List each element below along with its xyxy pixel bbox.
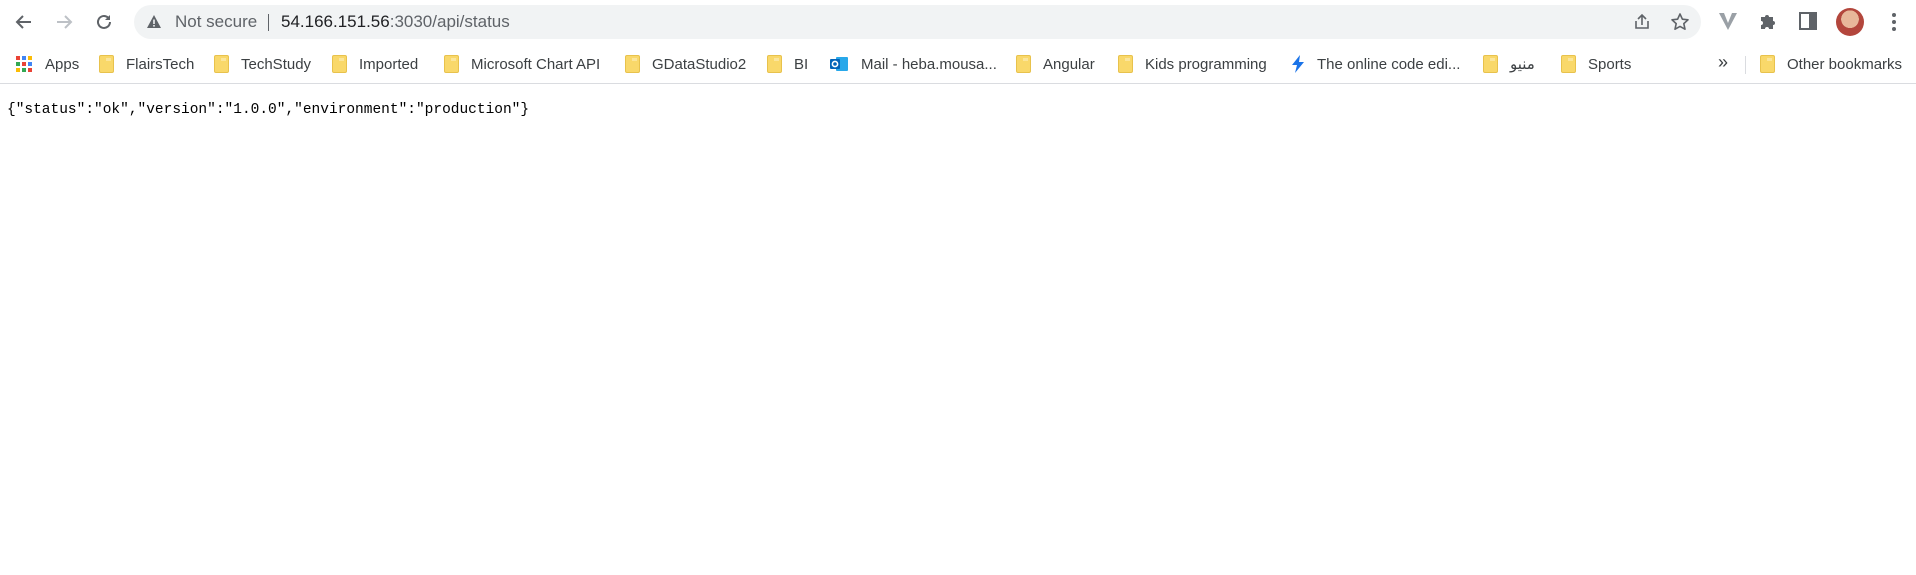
bookmark-menu-arabic[interactable]: منيو bbox=[1483, 50, 1535, 78]
other-bookmarks[interactable]: Other bookmarks bbox=[1760, 50, 1902, 78]
folder-icon bbox=[332, 55, 347, 73]
bookmark-label: Apps bbox=[45, 55, 80, 73]
bookmark-label: Imported bbox=[359, 55, 419, 73]
side-panel-icon[interactable] bbox=[1797, 10, 1819, 32]
bookmark-apps[interactable]: Apps bbox=[15, 50, 79, 78]
bookmark-label: TechStudy bbox=[241, 55, 312, 73]
folder-icon bbox=[625, 55, 640, 73]
bolt-icon bbox=[1291, 55, 1305, 73]
reload-icon bbox=[97, 14, 111, 29]
apps-grid-icon bbox=[15, 55, 33, 73]
bookmark-techstudy[interactable]: TechStudy bbox=[214, 50, 311, 78]
bookmark-label: FlairsTech bbox=[126, 55, 195, 73]
bookmark-label: Sports bbox=[1588, 55, 1632, 73]
bookmark-sports[interactable]: Sports bbox=[1561, 50, 1631, 78]
folder-icon bbox=[1561, 55, 1576, 73]
profile-avatar[interactable] bbox=[1836, 8, 1864, 36]
url-host: 54.166.151.56 bbox=[281, 12, 390, 31]
bookmark-label: Kids programming bbox=[1145, 55, 1267, 73]
arrow-right-icon bbox=[57, 15, 73, 29]
folder-icon bbox=[214, 55, 229, 73]
outlook-icon bbox=[829, 55, 849, 73]
back-button[interactable] bbox=[6, 4, 42, 40]
bookmark-label: Microsoft Chart API bbox=[471, 55, 601, 73]
folder-icon bbox=[767, 55, 782, 73]
url-text[interactable]: 54.166.151.56:3030/api/status bbox=[281, 13, 510, 31]
share-icon[interactable] bbox=[1632, 12, 1652, 32]
extension-v-icon[interactable] bbox=[1717, 10, 1739, 32]
bookmark-flairstech[interactable]: FlairsTech bbox=[99, 50, 194, 78]
folder-icon bbox=[1483, 55, 1498, 73]
json-response-text: {"status":"ok","version":"1.0.0","enviro… bbox=[7, 102, 530, 118]
folder-icon bbox=[1118, 55, 1133, 73]
bookmark-label: BI bbox=[794, 55, 809, 73]
bookmarks-divider bbox=[1745, 56, 1746, 74]
bookmark-mail[interactable]: Mail - heba.mousa... bbox=[829, 50, 997, 78]
warning-triangle-icon[interactable] bbox=[146, 14, 162, 30]
bookmark-kids-programming[interactable]: Kids programming bbox=[1118, 50, 1267, 78]
omnibox-divider bbox=[268, 14, 269, 31]
bookmark-imported[interactable]: Imported bbox=[332, 50, 418, 78]
url-path: :3030/api/status bbox=[389, 12, 510, 31]
bookmark-bi[interactable]: BI bbox=[767, 50, 808, 78]
more-menu-icon[interactable] bbox=[1882, 10, 1906, 34]
arrow-left-icon bbox=[15, 15, 31, 29]
browser-toolbar: Not secure 54.166.151.56:3030/api/status bbox=[0, 0, 1916, 44]
bookmark-angular[interactable]: Angular bbox=[1016, 50, 1095, 78]
bookmark-star-icon[interactable] bbox=[1670, 12, 1690, 32]
extensions-puzzle-icon[interactable] bbox=[1757, 10, 1779, 32]
bookmark-microsoft-chart-api[interactable]: Microsoft Chart API bbox=[444, 50, 600, 78]
folder-icon bbox=[444, 55, 459, 73]
bookmarks-bar: Apps FlairsTech TechStudy Imported Micro… bbox=[0, 44, 1916, 84]
security-label[interactable]: Not secure bbox=[175, 13, 257, 31]
folder-icon bbox=[1760, 55, 1775, 73]
bookmark-label: Mail - heba.mousa... bbox=[861, 55, 997, 73]
bookmark-label: منيو bbox=[1510, 56, 1535, 73]
address-bar[interactable]: Not secure 54.166.151.56:3030/api/status bbox=[134, 5, 1701, 39]
forward-button[interactable] bbox=[46, 4, 82, 40]
bookmarks-overflow-button[interactable]: » bbox=[1718, 52, 1728, 73]
other-bookmarks-label: Other bookmarks bbox=[1787, 55, 1903, 73]
folder-icon bbox=[99, 55, 114, 73]
folder-icon bbox=[1016, 55, 1031, 73]
bookmark-label: Angular bbox=[1043, 55, 1095, 73]
bookmark-gdatastudio2[interactable]: GDataStudio2 bbox=[625, 50, 746, 78]
reload-button[interactable] bbox=[86, 4, 122, 40]
bookmark-label: GDataStudio2 bbox=[652, 55, 747, 73]
bookmark-label: The online code edi... bbox=[1317, 55, 1461, 73]
bookmark-online-code-editor[interactable]: The online code edi... bbox=[1291, 50, 1460, 78]
